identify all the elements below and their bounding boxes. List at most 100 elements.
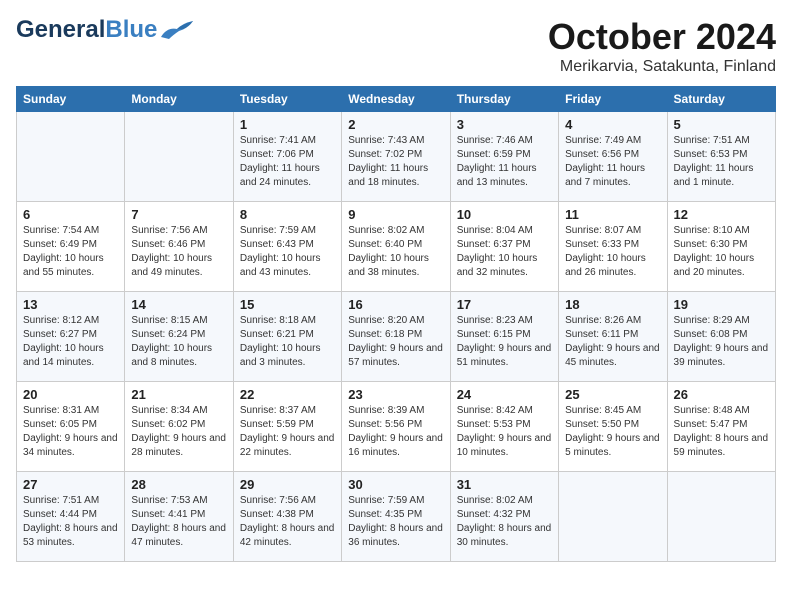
col-header-wednesday: Wednesday xyxy=(342,87,450,112)
calendar-cell: 6Sunrise: 7:54 AMSunset: 6:49 PMDaylight… xyxy=(17,202,125,292)
day-info: Sunrise: 7:59 AMSunset: 6:43 PMDaylight:… xyxy=(240,224,335,280)
day-info: Sunrise: 7:59 AMSunset: 4:35 PMDaylight:… xyxy=(348,494,443,550)
day-info: Sunrise: 7:41 AMSunset: 7:06 PMDaylight:… xyxy=(240,134,335,190)
day-info: Sunrise: 8:02 AMSunset: 6:40 PMDaylight:… xyxy=(348,224,443,280)
day-info: Sunrise: 8:39 AMSunset: 5:56 PMDaylight:… xyxy=(348,404,443,460)
calendar-header: SundayMondayTuesdayWednesdayThursdayFrid… xyxy=(17,87,776,112)
day-number: 6 xyxy=(23,207,118,222)
logo-general: General xyxy=(16,16,105,43)
calendar-cell xyxy=(667,472,775,562)
day-info: Sunrise: 7:46 AMSunset: 6:59 PMDaylight:… xyxy=(457,134,552,190)
title-block: October 2024 Merikarvia, Satakunta, Finl… xyxy=(548,16,776,76)
day-info: Sunrise: 8:23 AMSunset: 6:15 PMDaylight:… xyxy=(457,314,552,370)
day-number: 21 xyxy=(131,387,226,402)
day-info: Sunrise: 8:12 AMSunset: 6:27 PMDaylight:… xyxy=(23,314,118,370)
day-number: 10 xyxy=(457,207,552,222)
day-number: 5 xyxy=(674,117,769,132)
calendar-cell: 17 Sunrise: 8:23 AMSunset: 6:15 PMDayligh… xyxy=(450,292,558,382)
calendar-cell: 8 Sunrise: 7:59 AMSunset: 6:43 PMDaylight… xyxy=(233,202,341,292)
calendar-cell: 1 Sunrise: 7:41 AMSunset: 7:06 PMDaylight… xyxy=(233,112,341,202)
calendar-cell: 28Sunrise: 7:53 AMSunset: 4:41 PMDayligh… xyxy=(125,472,233,562)
day-number: 17 xyxy=(457,297,552,312)
calendar-cell: 14Sunrise: 8:15 AMSunset: 6:24 PMDayligh… xyxy=(125,292,233,382)
day-number: 9 xyxy=(348,207,443,222)
day-info: Sunrise: 8:10 AMSunset: 6:30 PMDaylight:… xyxy=(674,224,769,280)
day-number: 3 xyxy=(457,117,552,132)
calendar-cell: 29 Sunrise: 7:56 AMSunset: 4:38 PMDayligh… xyxy=(233,472,341,562)
day-number: 12 xyxy=(674,207,769,222)
col-header-tuesday: Tuesday xyxy=(233,87,341,112)
header-row: SundayMondayTuesdayWednesdayThursdayFrid… xyxy=(17,87,776,112)
day-number: 20 xyxy=(23,387,118,402)
calendar-cell: 15 Sunrise: 8:18 AMSunset: 6:21 PMDayligh… xyxy=(233,292,341,382)
calendar-cell: 22 Sunrise: 8:37 AMSunset: 5:59 PMDayligh… xyxy=(233,382,341,472)
day-info: Sunrise: 8:42 AMSunset: 5:53 PMDaylight:… xyxy=(457,404,552,460)
calendar-cell: 2 Sunrise: 7:43 AMSunset: 7:02 PMDaylight… xyxy=(342,112,450,202)
day-info: Sunrise: 8:26 AMSunset: 6:11 PMDaylight:… xyxy=(565,314,660,370)
day-info: Sunrise: 8:18 AMSunset: 6:21 PMDaylight:… xyxy=(240,314,335,370)
day-number: 15 xyxy=(240,297,335,312)
day-number: 26 xyxy=(674,387,769,402)
calendar-table: SundayMondayTuesdayWednesdayThursdayFrid… xyxy=(16,86,776,562)
logo-bird-icon xyxy=(159,19,195,41)
day-number: 4 xyxy=(565,117,660,132)
day-number: 19 xyxy=(674,297,769,312)
day-info: Sunrise: 8:37 AMSunset: 5:59 PMDaylight:… xyxy=(240,404,335,460)
logo: GeneralBlue xyxy=(16,16,195,44)
day-info: Sunrise: 7:53 AMSunset: 4:41 PMDaylight:… xyxy=(131,494,226,550)
week-row-5: 27 Sunrise: 7:51 AMSunset: 4:44 PMDayligh… xyxy=(17,472,776,562)
col-header-friday: Friday xyxy=(559,87,667,112)
day-number: 18 xyxy=(565,297,660,312)
day-info: Sunrise: 8:48 AMSunset: 5:47 PMDaylight:… xyxy=(674,404,769,460)
day-number: 31 xyxy=(457,477,552,492)
day-info: Sunrise: 8:15 AMSunset: 6:24 PMDaylight:… xyxy=(131,314,226,370)
calendar-cell: 18 Sunrise: 8:26 AMSunset: 6:11 PMDayligh… xyxy=(559,292,667,382)
day-info: Sunrise: 8:29 AMSunset: 6:08 PMDaylight:… xyxy=(674,314,769,370)
col-header-monday: Monday xyxy=(125,87,233,112)
location-subtitle: Merikarvia, Satakunta, Finland xyxy=(548,58,776,76)
calendar-cell: 10 Sunrise: 8:04 AMSunset: 6:37 PMDayligh… xyxy=(450,202,558,292)
day-number: 24 xyxy=(457,387,552,402)
day-info: Sunrise: 7:56 AMSunset: 4:38 PMDaylight:… xyxy=(240,494,335,550)
day-info: Sunrise: 8:02 AMSunset: 4:32 PMDaylight:… xyxy=(457,494,552,550)
calendar-cell: 13Sunrise: 8:12 AMSunset: 6:27 PMDayligh… xyxy=(17,292,125,382)
day-info: Sunrise: 7:56 AMSunset: 6:46 PMDaylight:… xyxy=(131,224,226,280)
month-title: October 2024 xyxy=(548,16,776,58)
calendar-cell: 9 Sunrise: 8:02 AMSunset: 6:40 PMDaylight… xyxy=(342,202,450,292)
calendar-cell xyxy=(125,112,233,202)
day-number: 11 xyxy=(565,207,660,222)
week-row-1: 1 Sunrise: 7:41 AMSunset: 7:06 PMDaylight… xyxy=(17,112,776,202)
calendar-cell: 4Sunrise: 7:49 AMSunset: 6:56 PMDaylight… xyxy=(559,112,667,202)
day-info: Sunrise: 8:34 AMSunset: 6:02 PMDaylight:… xyxy=(131,404,226,460)
day-info: Sunrise: 7:51 AMSunset: 6:53 PMDaylight:… xyxy=(674,134,769,190)
calendar-cell: 3 Sunrise: 7:46 AMSunset: 6:59 PMDaylight… xyxy=(450,112,558,202)
day-number: 16 xyxy=(348,297,443,312)
week-row-3: 13Sunrise: 8:12 AMSunset: 6:27 PMDayligh… xyxy=(17,292,776,382)
day-number: 1 xyxy=(240,117,335,132)
calendar-cell: 7 Sunrise: 7:56 AMSunset: 6:46 PMDaylight… xyxy=(125,202,233,292)
day-number: 2 xyxy=(348,117,443,132)
day-info: Sunrise: 8:04 AMSunset: 6:37 PMDaylight:… xyxy=(457,224,552,280)
calendar-cell: 25Sunrise: 8:45 AMSunset: 5:50 PMDayligh… xyxy=(559,382,667,472)
calendar-cell: 23 Sunrise: 8:39 AMSunset: 5:56 PMDayligh… xyxy=(342,382,450,472)
day-info: Sunrise: 7:51 AMSunset: 4:44 PMDaylight:… xyxy=(23,494,118,550)
day-number: 8 xyxy=(240,207,335,222)
calendar-cell: 12 Sunrise: 8:10 AMSunset: 6:30 PMDayligh… xyxy=(667,202,775,292)
day-number: 29 xyxy=(240,477,335,492)
day-info: Sunrise: 8:31 AMSunset: 6:05 PMDaylight:… xyxy=(23,404,118,460)
day-number: 27 xyxy=(23,477,118,492)
day-number: 30 xyxy=(348,477,443,492)
day-number: 22 xyxy=(240,387,335,402)
day-info: Sunrise: 8:07 AMSunset: 6:33 PMDaylight:… xyxy=(565,224,660,280)
day-number: 7 xyxy=(131,207,226,222)
week-row-2: 6Sunrise: 7:54 AMSunset: 6:49 PMDaylight… xyxy=(17,202,776,292)
day-info: Sunrise: 7:43 AMSunset: 7:02 PMDaylight:… xyxy=(348,134,443,190)
calendar-cell: 24 Sunrise: 8:42 AMSunset: 5:53 PMDayligh… xyxy=(450,382,558,472)
calendar-cell: 26 Sunrise: 8:48 AMSunset: 5:47 PMDayligh… xyxy=(667,382,775,472)
calendar-cell: 11 Sunrise: 8:07 AMSunset: 6:33 PMDayligh… xyxy=(559,202,667,292)
col-header-sunday: Sunday xyxy=(17,87,125,112)
calendar-body: 1 Sunrise: 7:41 AMSunset: 7:06 PMDaylight… xyxy=(17,112,776,562)
calendar-cell: 20 Sunrise: 8:31 AMSunset: 6:05 PMDayligh… xyxy=(17,382,125,472)
day-number: 23 xyxy=(348,387,443,402)
col-header-thursday: Thursday xyxy=(450,87,558,112)
